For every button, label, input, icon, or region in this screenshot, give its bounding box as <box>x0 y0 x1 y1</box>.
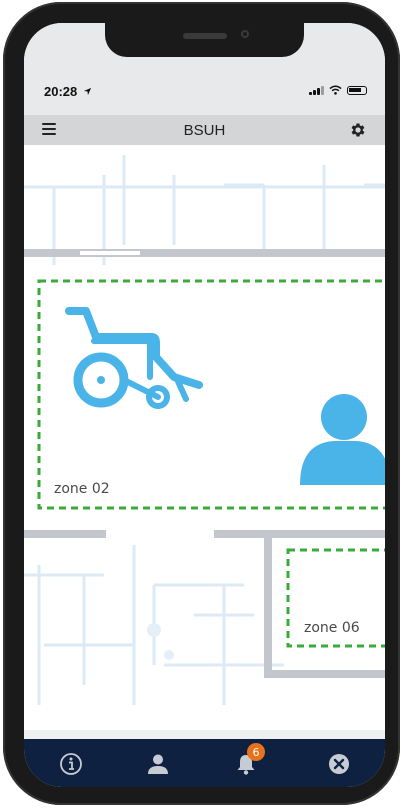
battery-icon <box>347 85 367 95</box>
tab-profile[interactable] <box>145 751 171 777</box>
speaker-grille <box>183 33 227 39</box>
floor-plan-svg: zone 02 zone 06 <box>24 155 385 705</box>
zone-06[interactable]: zone 06 <box>286 548 385 648</box>
location-arrow-icon <box>83 87 91 96</box>
notification-badge: 6 <box>247 743 265 761</box>
status-icons <box>309 85 367 95</box>
tab-close[interactable] <box>326 751 352 777</box>
tab-info[interactable] <box>58 751 84 777</box>
time-text: 20:28 <box>44 84 78 99</box>
bottom-tab-bar: 6 <box>24 739 385 787</box>
door-gap <box>80 251 140 255</box>
front-camera <box>241 30 249 38</box>
page-title: BSUH <box>183 122 226 139</box>
notch <box>105 23 304 57</box>
screen: 20:28 BSUH zone 02 zone 06 6 <box>24 23 385 787</box>
close-circle-icon <box>329 754 349 774</box>
person-icon[interactable] <box>300 394 385 485</box>
wifi-icon <box>329 85 342 95</box>
cellular-signal-icon <box>309 85 324 95</box>
phone-frame: 20:28 BSUH zone 02 zone 06 6 <box>3 2 400 805</box>
tab-notifications[interactable]: 6 <box>233 743 265 777</box>
wheelchair-icon[interactable] <box>65 307 203 409</box>
status-time: 20:28 <box>44 84 92 99</box>
zone-02-label: zone 02 <box>54 481 110 497</box>
app-header: BSUH <box>24 115 385 145</box>
zone-06-label: zone 06 <box>304 620 360 636</box>
info-circle-icon <box>60 753 82 775</box>
gear-icon[interactable] <box>349 121 367 139</box>
person-icon <box>148 754 168 774</box>
floor-map[interactable]: zone 02 zone 06 <box>24 145 385 730</box>
